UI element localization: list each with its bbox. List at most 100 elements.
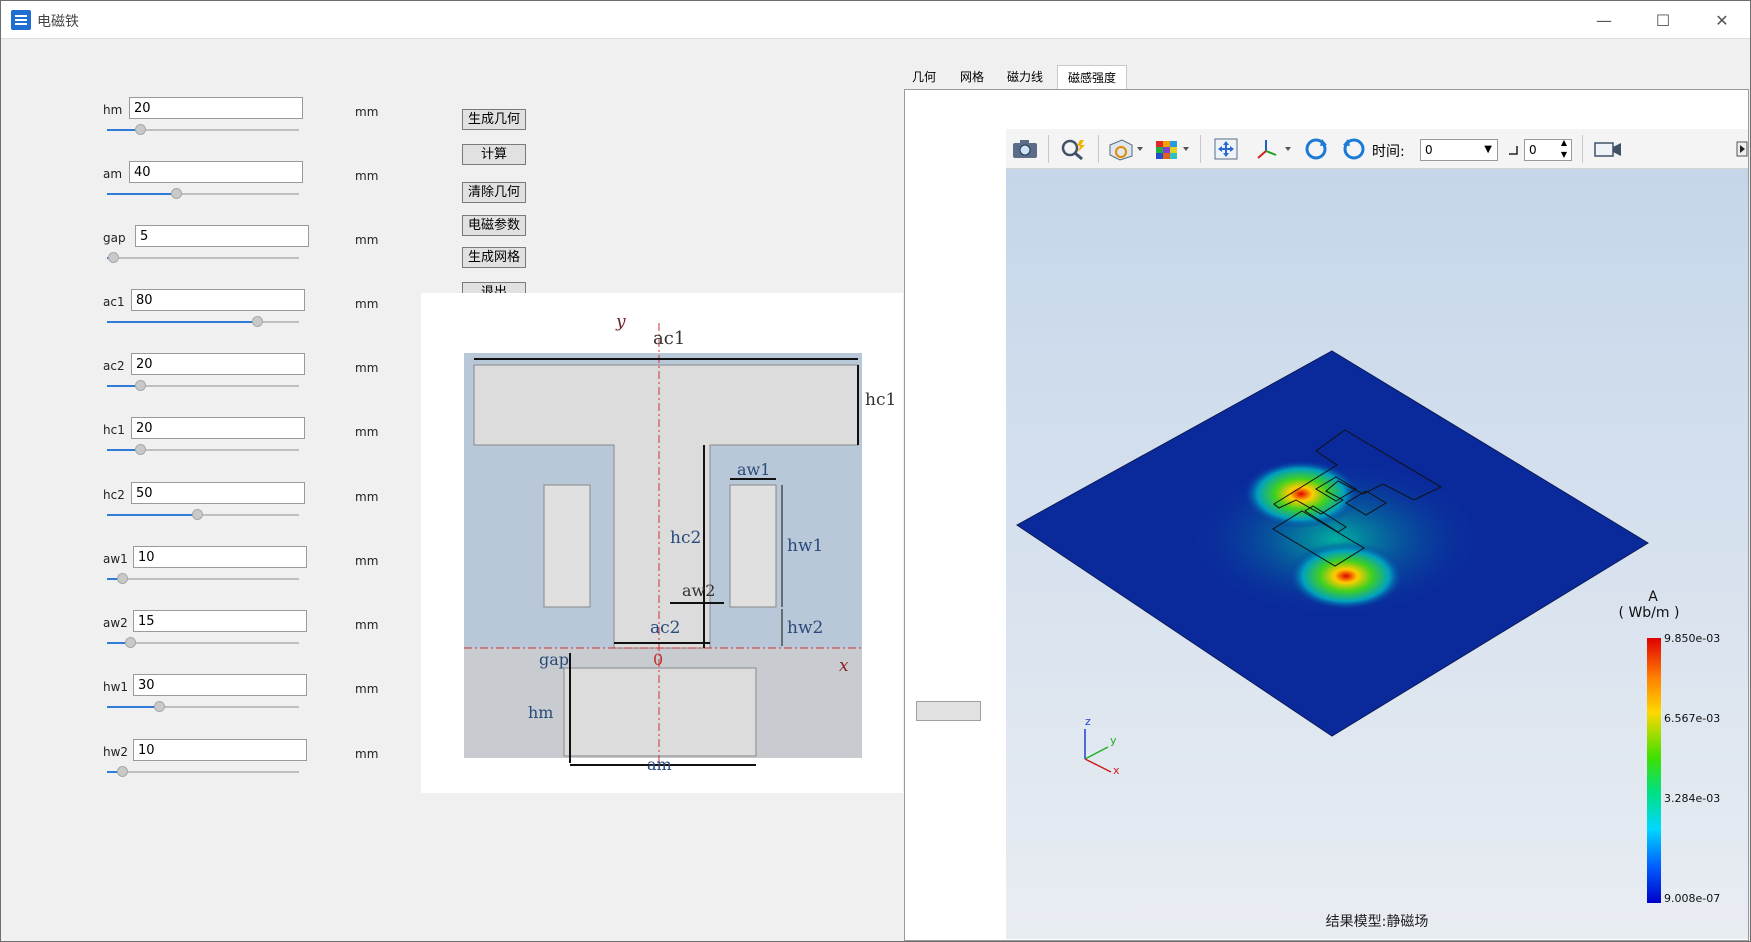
param-slider-aw2[interactable] bbox=[107, 637, 299, 648]
generate-mesh-button[interactable]: 生成网格 bbox=[462, 247, 526, 268]
param-row-am: am mm bbox=[103, 161, 403, 219]
time-select-value: 0 bbox=[1425, 143, 1433, 157]
close-button[interactable]: ✕ bbox=[1693, 1, 1751, 39]
em-params-button[interactable]: 电磁参数 bbox=[462, 215, 526, 236]
magnify-icon[interactable] bbox=[1058, 137, 1090, 161]
slider-thumb[interactable] bbox=[192, 509, 204, 520]
param-slider-hc1[interactable] bbox=[107, 444, 299, 455]
param-unit: mm bbox=[355, 233, 379, 247]
slider-thumb[interactable] bbox=[251, 316, 263, 327]
param-input-hc1[interactable] bbox=[131, 417, 305, 439]
param-slider-am[interactable] bbox=[107, 188, 299, 199]
param-input-hc2[interactable] bbox=[131, 482, 305, 504]
field-hotspot-lower bbox=[1288, 542, 1404, 610]
color-cube-icon[interactable] bbox=[1152, 137, 1192, 161]
tab-mesh[interactable]: 网格 bbox=[951, 65, 993, 89]
spin-arrows-icon[interactable]: ▲ ▼ bbox=[1561, 137, 1567, 161]
param-input-am[interactable] bbox=[129, 161, 303, 183]
generate-geometry-button[interactable]: 生成几何 bbox=[462, 109, 526, 130]
triad-label-z: z bbox=[1085, 715, 1091, 728]
param-unit: mm bbox=[355, 297, 379, 311]
geometry-schematic: y ac1 hc1 aw1 hc2 hw1 aw2 ac2 hw2 gap 0 … bbox=[421, 293, 903, 793]
slider-thumb[interactable] bbox=[134, 444, 146, 455]
tab-field-lines[interactable]: 磁力线 bbox=[999, 65, 1051, 89]
param-slider-hw2[interactable] bbox=[107, 766, 299, 777]
slider-thumb[interactable] bbox=[171, 188, 183, 199]
param-input-aw2[interactable] bbox=[133, 610, 307, 632]
param-label: hc1 bbox=[103, 423, 125, 437]
param-row-hw1: hw1 mm bbox=[103, 674, 403, 732]
param-row-aw2: aw2 mm bbox=[103, 610, 403, 668]
slider-fill bbox=[107, 321, 257, 323]
panel-gray-button[interactable] bbox=[916, 701, 981, 721]
slider-thumb[interactable] bbox=[153, 701, 165, 712]
schem-label-origin: 0 bbox=[653, 650, 663, 669]
clear-geometry-button[interactable]: 清除几何 bbox=[462, 182, 526, 203]
param-slider-hw1[interactable] bbox=[107, 701, 299, 712]
param-row-ac2: ac2 mm bbox=[103, 353, 403, 411]
triad-label-x: x bbox=[1113, 764, 1120, 777]
param-slider-aw1[interactable] bbox=[107, 573, 299, 584]
slider-thumb[interactable] bbox=[117, 766, 129, 777]
fit-view-icon[interactable] bbox=[1212, 137, 1242, 161]
axis-icon[interactable] bbox=[1254, 137, 1294, 161]
viewer-toolbar: 时间: 0 ▼ 0 ▲ ▼ bbox=[1006, 129, 1748, 169]
compute-button[interactable]: 计算 bbox=[462, 144, 526, 165]
schem-label-hc1: hc1 bbox=[865, 390, 896, 410]
param-slider-gap[interactable] bbox=[107, 252, 299, 263]
rotate-cw-icon[interactable] bbox=[1302, 137, 1332, 161]
schem-label-ac2: ac2 bbox=[650, 618, 680, 638]
param-unit: mm bbox=[355, 490, 379, 504]
slider-fill bbox=[107, 193, 177, 195]
3d-viewport[interactable]: z y x A ( Wb/m ) 9.850e-03 6.567e-03 3.2… bbox=[1006, 169, 1748, 939]
step-icon bbox=[1506, 137, 1520, 161]
slider-thumb[interactable] bbox=[117, 573, 129, 584]
schem-label-x: x bbox=[839, 656, 849, 676]
param-input-ac2[interactable] bbox=[131, 353, 305, 375]
param-label: hm bbox=[103, 103, 123, 117]
schem-label-ac1: ac1 bbox=[653, 328, 685, 349]
param-unit: mm bbox=[355, 747, 379, 761]
schem-label-aw1: aw1 bbox=[737, 460, 770, 479]
schematic-drawing: y ac1 hc1 aw1 hc2 hw1 aw2 ac2 hw2 gap 0 … bbox=[464, 312, 896, 774]
param-slider-ac1[interactable] bbox=[107, 316, 299, 327]
schem-label-hm: hm bbox=[528, 703, 553, 722]
legend-tick-min: 9.008e-07 bbox=[1664, 892, 1721, 905]
legend-tick-2: 6.567e-03 bbox=[1664, 712, 1721, 725]
param-input-gap[interactable] bbox=[135, 225, 309, 247]
step-spinbox-value: 0 bbox=[1529, 143, 1537, 157]
param-slider-hm[interactable] bbox=[107, 124, 299, 135]
slider-thumb[interactable] bbox=[134, 380, 146, 391]
param-row-hc1: hc1 mm bbox=[103, 417, 403, 475]
result-model-label: 结果模型:静磁场 bbox=[1325, 914, 1429, 930]
param-unit: mm bbox=[355, 425, 379, 439]
step-spinbox[interactable]: 0 ▲ ▼ bbox=[1524, 137, 1572, 161]
param-input-hw2[interactable] bbox=[133, 739, 307, 761]
slider-fill bbox=[107, 706, 159, 708]
param-input-hw1[interactable] bbox=[133, 674, 307, 696]
param-unit: mm bbox=[355, 361, 379, 375]
right-winding bbox=[729, 484, 777, 608]
param-input-hm[interactable] bbox=[129, 97, 303, 119]
param-unit: mm bbox=[355, 105, 379, 119]
param-input-aw1[interactable] bbox=[133, 546, 307, 568]
toolbar-overflow-icon[interactable] bbox=[1736, 137, 1748, 161]
video-icon[interactable] bbox=[1592, 137, 1626, 161]
param-slider-hc2[interactable] bbox=[107, 509, 299, 520]
time-select[interactable]: 0 ▼ bbox=[1420, 139, 1498, 161]
param-label: am bbox=[103, 167, 123, 181]
display-mode-icon[interactable] bbox=[1106, 137, 1146, 161]
slider-thumb[interactable] bbox=[107, 252, 119, 263]
tab-geometry[interactable]: 几何 bbox=[905, 65, 943, 89]
param-slider-ac2[interactable] bbox=[107, 380, 299, 391]
maximize-button[interactable]: ☐ bbox=[1634, 1, 1692, 39]
rotate-ccw-icon[interactable] bbox=[1340, 137, 1370, 161]
legend-unit-top: A bbox=[1648, 589, 1658, 605]
param-input-ac1[interactable] bbox=[131, 289, 305, 311]
slider-thumb[interactable] bbox=[125, 637, 137, 648]
legend-tick-3: 3.284e-03 bbox=[1664, 792, 1721, 805]
camera-icon[interactable] bbox=[1010, 137, 1040, 161]
tab-flux-density[interactable]: 磁感强度 bbox=[1057, 65, 1127, 89]
minimize-button[interactable]: — bbox=[1575, 1, 1633, 39]
slider-thumb[interactable] bbox=[134, 124, 146, 135]
